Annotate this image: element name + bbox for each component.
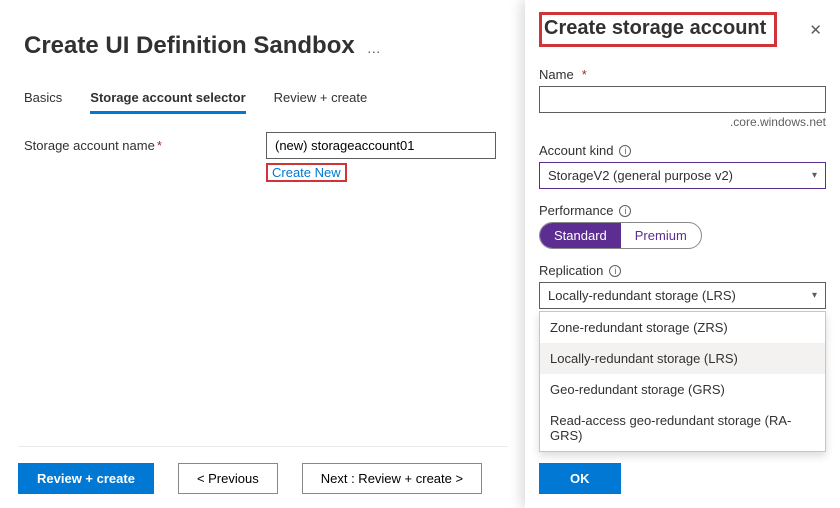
info-icon[interactable]: i <box>609 265 621 277</box>
close-icon[interactable]: ✕ <box>805 17 826 43</box>
next-button[interactable]: Next : Review + create > <box>302 463 482 494</box>
panel-title: Create storage account <box>544 17 766 39</box>
storage-account-name-input[interactable] <box>266 132 496 159</box>
page-title: Create UI Definition Sandbox <box>24 32 355 60</box>
chevron-down-icon: ▾ <box>812 290 817 301</box>
account-kind-label: Account kind i <box>539 143 826 158</box>
wizard-footer: Review + create < Previous Next : Review… <box>18 446 508 494</box>
replication-label: Replication i <box>539 263 826 278</box>
name-suffix: .core.windows.net <box>539 115 826 129</box>
tab-basics[interactable]: Basics <box>24 84 62 114</box>
replication-option-zrs[interactable]: Zone-redundant storage (ZRS) <box>540 312 825 343</box>
ok-button[interactable]: OK <box>539 463 621 494</box>
label-text: Replication <box>539 263 603 278</box>
account-kind-select[interactable]: StorageV2 (general purpose v2) ▾ <box>539 162 826 189</box>
create-storage-panel: Create storage account ✕ Name * .core.win… <box>525 0 840 508</box>
tab-review-create[interactable]: Review + create <box>274 84 368 114</box>
replication-select[interactable]: Locally-redundant storage (LRS) ▾ <box>539 282 826 309</box>
performance-premium[interactable]: Premium <box>621 223 701 248</box>
performance-standard[interactable]: Standard <box>540 223 621 248</box>
name-field-label: Name * <box>539 67 826 82</box>
tab-storage-selector[interactable]: Storage account selector <box>90 84 245 114</box>
label-text: Name <box>539 67 574 82</box>
tab-bar: Basics Storage account selector Review +… <box>24 84 496 114</box>
review-create-button[interactable]: Review + create <box>18 463 154 494</box>
select-value: Locally-redundant storage (LRS) <box>548 288 736 303</box>
replication-dropdown: Zone-redundant storage (ZRS) Locally-red… <box>539 311 826 452</box>
label-text: Performance <box>539 203 613 218</box>
info-icon[interactable]: i <box>619 145 631 157</box>
performance-label: Performance i <box>539 203 826 218</box>
storage-account-name-label: Storage account name* <box>24 132 266 153</box>
create-new-highlight: Create New <box>266 163 347 182</box>
replication-option-lrs[interactable]: Locally-redundant storage (LRS) <box>540 343 825 374</box>
performance-toggle: Standard Premium <box>539 222 702 249</box>
info-icon[interactable]: i <box>619 205 631 217</box>
chevron-down-icon: ▾ <box>812 170 817 181</box>
replication-option-grs[interactable]: Geo-redundant storage (GRS) <box>540 374 825 405</box>
name-input[interactable] <box>539 86 826 113</box>
required-asterisk: * <box>582 67 587 82</box>
replication-option-ragrs[interactable]: Read-access geo-redundant storage (RA-GR… <box>540 405 825 451</box>
previous-button[interactable]: < Previous <box>178 463 278 494</box>
panel-title-highlight: Create storage account <box>539 12 777 47</box>
more-actions-icon[interactable]: … <box>367 40 383 56</box>
required-asterisk: * <box>157 138 162 153</box>
label-text: Storage account name <box>24 138 155 153</box>
label-text: Account kind <box>539 143 613 158</box>
create-new-link[interactable]: Create New <box>268 163 345 182</box>
select-value: StorageV2 (general purpose v2) <box>548 168 733 183</box>
